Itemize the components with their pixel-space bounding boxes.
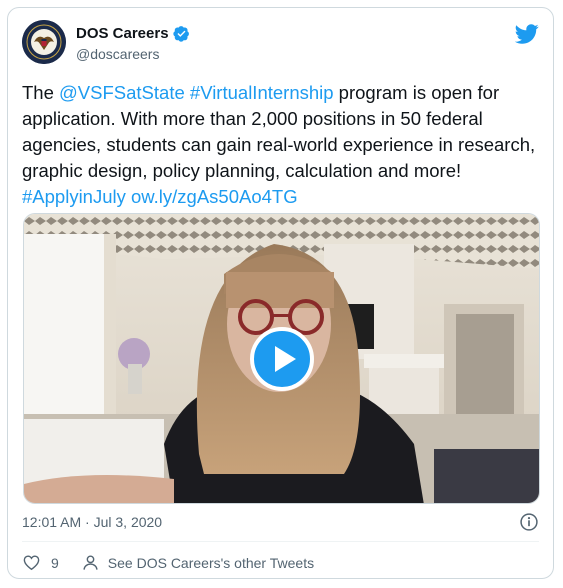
twitter-bird-icon[interactable] xyxy=(515,22,539,46)
play-icon[interactable] xyxy=(249,326,314,391)
mention-link[interactable]: @VSFSatState xyxy=(59,82,185,103)
tweet-text: The @VSFSatState #VirtualInternship prog… xyxy=(22,80,547,210)
author-handle[interactable]: @doscareers xyxy=(76,46,159,62)
author-name-row[interactable]: DOS Careers xyxy=(76,25,190,42)
hashtag-link[interactable]: #ApplyinJuly xyxy=(22,186,126,207)
person-icon xyxy=(83,555,98,570)
heart-icon[interactable] xyxy=(22,553,41,572)
url-link[interactable]: ow.ly/zgAs50Ao4TG xyxy=(131,186,298,207)
verified-badge-icon xyxy=(172,26,189,42)
divider xyxy=(22,541,539,542)
tweet-text-segment: The xyxy=(22,82,60,103)
other-tweets-link[interactable]: See DOS Careers's other Tweets xyxy=(81,553,314,572)
hashtag-link[interactable]: #VirtualInternship xyxy=(190,82,334,103)
tweet-card: DOS Careers @doscareers The @VSFSatState… xyxy=(7,7,554,579)
other-tweets-label[interactable]: See DOS Careers's other Tweets xyxy=(108,555,314,571)
avatar[interactable] xyxy=(22,20,66,64)
author-name[interactable]: DOS Careers xyxy=(76,25,169,42)
tweet-timestamp[interactable]: 12:01 AM · Jul 3, 2020 xyxy=(22,514,162,530)
tweet-actions: 9 See DOS Careers's other Tweets xyxy=(22,553,314,572)
info-icon[interactable] xyxy=(519,512,539,532)
video-thumbnail[interactable] xyxy=(23,213,540,504)
like-count[interactable]: 9 xyxy=(51,555,59,571)
